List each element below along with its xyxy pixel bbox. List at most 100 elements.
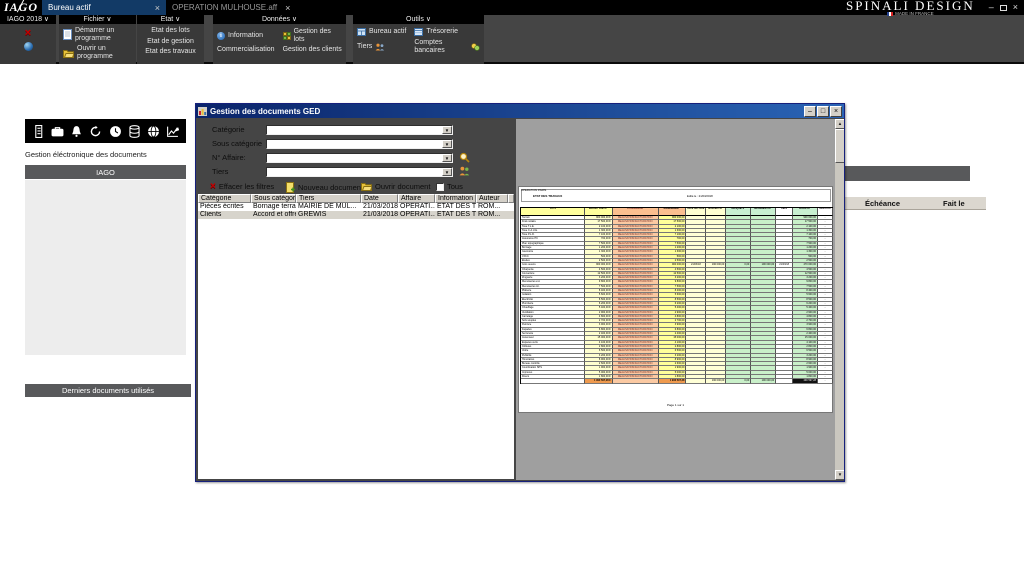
menu-item-comptes-bancaires[interactable]: Comptes bancaires	[414, 39, 480, 54]
chevron-down-icon[interactable]: ▼	[442, 140, 452, 148]
briefcase-icon[interactable]	[51, 125, 64, 138]
checkbox-icon[interactable]	[436, 183, 444, 191]
table-cell: Accord et offre ...	[251, 211, 296, 219]
ged-table-body: Pièces écritesBornage terrainMAIRIE DE M…	[198, 203, 514, 219]
brand-subtitle: MADE IN FRANCE	[895, 12, 934, 17]
tab-operation-mulhouse[interactable]: OPERATION MULHOUSE.aff ×	[166, 0, 296, 15]
scrollbar-thumb[interactable]	[835, 129, 844, 163]
column-header-fait-le[interactable]: Fait le	[943, 199, 965, 208]
menu-item-etat-des-lots[interactable]: Etat des lots	[137, 24, 204, 35]
ribbon-group-iago: IAGO 2018 ∨ ×	[0, 15, 56, 64]
tab-bureau-actif[interactable]: Bureau actif ×	[42, 0, 166, 15]
column-header-echeance[interactable]: Échéance	[865, 199, 900, 208]
sidebar-document-panel[interactable]	[25, 180, 186, 355]
chevron-down-icon[interactable]: ▼	[442, 168, 452, 176]
close-icon[interactable]: ×	[1013, 3, 1018, 12]
restore-icon[interactable]	[1000, 5, 1007, 11]
menu-item-etat-des-travaux[interactable]: Etat des travaux	[137, 45, 204, 56]
table-row[interactable]: Pièces écritesBornage terrainMAIRIE DE M…	[198, 203, 514, 211]
sous-categorie-select[interactable]: ▼	[266, 139, 453, 149]
tiers-people-icon[interactable]	[459, 166, 470, 176]
preview-document-page[interactable]: OPERATION PARIS ETAT DES TRAVAUX Edité l…	[518, 186, 833, 413]
ribbon-group-fichier: Fichier ∨ Démarrer un programme Ouvrir u…	[59, 15, 136, 64]
preview-table-body: Terrain900 000,00 €REALISATION/FACTURATI…	[521, 216, 833, 384]
field-label-sous-categorie: Sous catégorie	[212, 139, 262, 149]
new-document-button[interactable]: Nouveau document	[286, 182, 363, 193]
close-icon[interactable]: ×	[147, 3, 160, 13]
open-document-button[interactable]: Ouvrir document	[361, 182, 430, 191]
sidebar-header-recent[interactable]: Derniers documents utilisés	[25, 384, 191, 397]
column-header[interactable]: Catégorie	[198, 194, 251, 203]
chevron-down-icon[interactable]: ▼	[442, 154, 452, 162]
ribbon-group-title[interactable]: Données ∨	[213, 15, 346, 24]
scroll-up-icon[interactable]: ▲	[835, 119, 844, 129]
categorie-select[interactable]: ▼	[266, 125, 453, 135]
close-icon[interactable]: ×	[277, 3, 290, 13]
column-header[interactable]: Information	[435, 194, 476, 203]
menu-item-information[interactable]: i Information	[217, 28, 275, 43]
field-label-affaire: N° Affaire:	[212, 153, 246, 163]
clear-filters-button[interactable]: × Effacer les filtres	[210, 182, 274, 191]
select-value	[267, 126, 442, 134]
document-icon[interactable]	[32, 125, 45, 138]
bell-icon[interactable]	[70, 125, 83, 138]
menu-item-bureau-actif[interactable]: Bureau actif	[357, 28, 406, 36]
scroll-down-icon[interactable]: ▼	[835, 470, 844, 480]
select-value	[267, 140, 442, 148]
preview-column-header: BUDGET PREVU	[585, 208, 613, 216]
preview-column-header: REGLEMENT HT	[751, 208, 776, 216]
window-title: Gestion des documents GED	[210, 107, 320, 116]
close-icon[interactable]: ×	[830, 106, 842, 117]
database-icon[interactable]	[128, 125, 141, 138]
field-label-tiers: Tiers	[212, 167, 228, 177]
field-label-categorie: Catégorie	[212, 125, 245, 135]
preview-table-cell: 0,00	[726, 379, 751, 384]
ged-table-header: CatégorieSous catégorieTiersDateAffaireI…	[198, 194, 514, 203]
menu-item-tresorerie[interactable]: Trésorerie	[414, 28, 480, 36]
ribbon-group-title[interactable]: Outils ∨	[353, 15, 484, 24]
preview-table-cell: 190 000,00	[706, 379, 726, 384]
select-value	[267, 168, 442, 176]
refresh-icon[interactable]	[89, 125, 102, 138]
column-header[interactable]: Sous catégorie	[251, 194, 296, 203]
clock-icon[interactable]	[109, 125, 122, 138]
preview-scrollbar[interactable]: ▲ ▼	[835, 119, 844, 480]
tiers-select[interactable]: ▼	[266, 167, 453, 177]
search-icon[interactable]	[459, 152, 470, 163]
column-header[interactable]: Affaire	[398, 194, 435, 203]
chevron-down-icon[interactable]: ▼	[442, 126, 452, 134]
ribbon-group-title[interactable]: Fichier ∨	[59, 15, 136, 24]
delete-icon[interactable]: ×	[25, 29, 31, 38]
menu-item-commercialisation[interactable]: Commercialisation	[217, 46, 275, 54]
sidebar-header-iago[interactable]: IAGO	[25, 165, 186, 179]
page-footer: Page 1 sur 1	[667, 403, 684, 407]
info-icon: i	[217, 32, 225, 40]
ged-title-bar[interactable]: Gestion des documents GED – □ ×	[196, 104, 844, 118]
preview-table-header: LOTSBUDGET PREVUFOURNISSEURENGAGEMENTDAT…	[521, 208, 833, 216]
tous-checkbox[interactable]: Tous	[436, 182, 463, 191]
menu-item-gestion-des-clients[interactable]: Gestion des clients	[283, 46, 342, 54]
preview-table-cell	[521, 379, 585, 384]
affaire-select[interactable]: ▼	[266, 153, 453, 163]
menu-item-etat-de-gestion[interactable]: Etat de gestion	[137, 35, 204, 46]
column-header[interactable]: Tiers	[296, 194, 361, 203]
menu-item-gestion-des-lots[interactable]: Gestion des lots	[283, 28, 342, 43]
globe-sphere-icon[interactable]	[24, 42, 33, 51]
menu-item-demarrer-programme[interactable]: Démarrer un programme	[59, 24, 136, 42]
chart-edit-icon[interactable]	[166, 125, 179, 138]
column-header[interactable]: Date	[361, 194, 398, 203]
menu-item-label: Etat des lots	[151, 27, 190, 35]
ribbon-group-donnees: Données ∨ i Information Gestion des lots…	[213, 15, 346, 64]
minimize-icon[interactable]: –	[989, 3, 994, 12]
ribbon-group-title[interactable]: IAGO 2018 ∨	[0, 15, 56, 24]
document-operation: OPERATION PARIS	[521, 188, 546, 192]
button-label: Ouvrir document	[375, 182, 430, 191]
menu-item-ouvrir-programme[interactable]: Ouvrir un programme	[59, 42, 136, 60]
menu-item-tiers[interactable]: Tiers	[357, 39, 406, 54]
maximize-icon[interactable]: □	[817, 106, 829, 117]
column-header[interactable]: Auteur	[476, 194, 508, 203]
ribbon-group-title[interactable]: Etat ∨	[137, 15, 204, 24]
table-row[interactable]: ClientsAccord et offre ...GREWIS21/03/20…	[198, 211, 514, 219]
globe-icon[interactable]	[147, 125, 160, 138]
minimize-icon[interactable]: –	[804, 106, 816, 117]
